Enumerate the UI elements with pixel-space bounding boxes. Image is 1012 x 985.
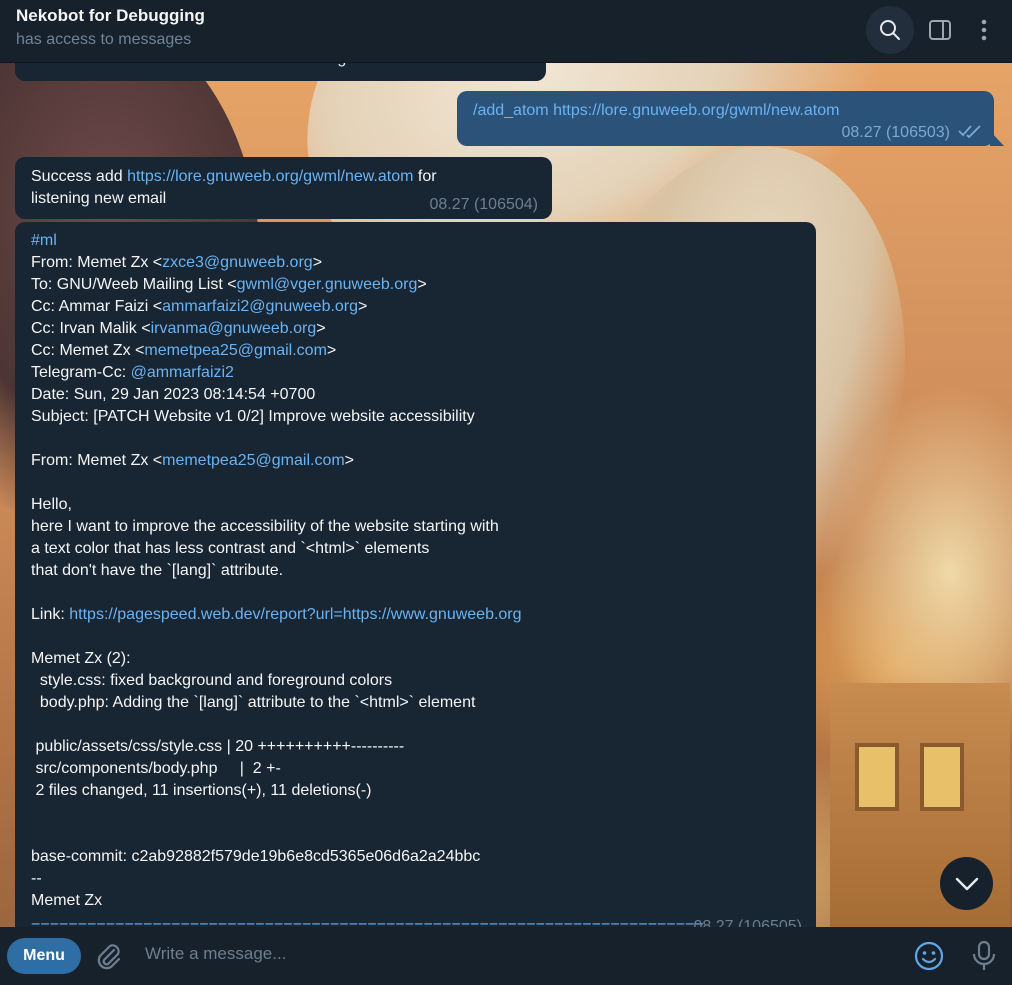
message-link[interactable]: https://pagespeed.web.dev/report?url=htt… (69, 606, 521, 623)
message-text: /add_atom https://lore.gnuweeb.org/gwml/… (473, 100, 839, 122)
email-header-label: From: Memet Zx < (31, 452, 163, 469)
chat-header: Nekobot for Debugging has access to mess… (0, 0, 1012, 63)
email-header-label: From: Memet Zx < (31, 254, 163, 271)
email-header-label: Cc: Memet Zx < (31, 342, 145, 359)
email-body-text: Hello, here I want to improve the access… (31, 496, 499, 579)
email-header-label: Cc: Irvan Malik < (31, 320, 151, 337)
email-header-label: Telegram-Cc: (31, 364, 131, 381)
paperclip-icon[interactable] (93, 941, 123, 971)
email-link[interactable]: gwml@vger.gnuweeb.org (237, 276, 418, 293)
email-link[interactable]: memetpea25@gmail.com (162, 452, 345, 469)
email-link[interactable]: memetpea25@gmail.com (144, 342, 327, 359)
email-message-body: #ml From: Memet Zx <zxce3@gnuweeb.org> T… (31, 232, 522, 909)
mention-link[interactable]: @ammarfaizi2 (131, 364, 234, 381)
command-text[interactable]: /add_atom (473, 102, 549, 119)
message-input[interactable]: Write a message... (145, 944, 845, 968)
bot-menu-button[interactable]: Menu (7, 938, 81, 974)
email-body-text: Memet Zx (2): style.css: fixed backgroun… (31, 650, 481, 909)
message-timestamp: 08.27 (106504) (429, 196, 538, 213)
email-header-label: Cc: Ammar Faizi < (31, 298, 163, 315)
microphone-icon[interactable] (970, 940, 998, 972)
email-date: Date: Sun, 29 Jan 2023 08:14:54 +0700 (31, 386, 316, 403)
email-link[interactable]: ammarfaizi2@gnuweeb.org (162, 298, 358, 315)
message-bubble-outgoing[interactable]: /add_atom https://lore.gnuweeb.org/gwml/… (457, 91, 994, 146)
chat-title[interactable]: Nekobot for Debugging (16, 6, 205, 26)
sidebar-toggle-button[interactable] (916, 6, 964, 54)
email-header-label: To: GNU/Weeb Mailing List < (31, 276, 237, 293)
sidebar-toggle-icon (929, 20, 951, 40)
search-icon (880, 20, 900, 40)
wallpaper-window (920, 743, 964, 811)
double-check-icon (958, 125, 981, 138)
message-bubble-incoming-email[interactable]: #ml From: Memet Zx <zxce3@gnuweeb.org> T… (15, 222, 816, 942)
email-link[interactable]: zxce3@gnuweeb.org (162, 254, 313, 271)
message-bubble-incoming[interactable]: Success add https://lore.gnuweeb.org/gwm… (15, 157, 552, 219)
chat-subtitle: has access to messages (16, 31, 192, 48)
search-button[interactable] (866, 6, 914, 54)
message-text: Success add https://lore.gnuweeb.org/gwm… (31, 166, 491, 210)
email-link[interactable]: irvanma@gnuweeb.org (151, 320, 317, 337)
scroll-to-bottom-button[interactable] (940, 857, 993, 910)
more-options-button[interactable] (960, 6, 1008, 54)
message-timestamp: 08.27 (106503) (841, 124, 950, 141)
wallpaper-window (855, 743, 899, 811)
message-link[interactable]: https://lore.gnuweeb.org/gwml/new.atom (127, 168, 413, 185)
email-subject: Subject: [PATCH Website v1 0/2] Improve … (31, 408, 475, 425)
message-link[interactable]: https://lore.gnuweeb.org/gwml/new.atom (553, 102, 839, 119)
emoji-icon[interactable] (913, 940, 945, 972)
more-vertical-icon (981, 19, 987, 41)
hashtag-link[interactable]: #ml (31, 232, 57, 249)
message-text-part: Success add (31, 168, 128, 185)
email-header-label: Link: (31, 606, 70, 623)
chevron-down-icon (955, 877, 978, 890)
